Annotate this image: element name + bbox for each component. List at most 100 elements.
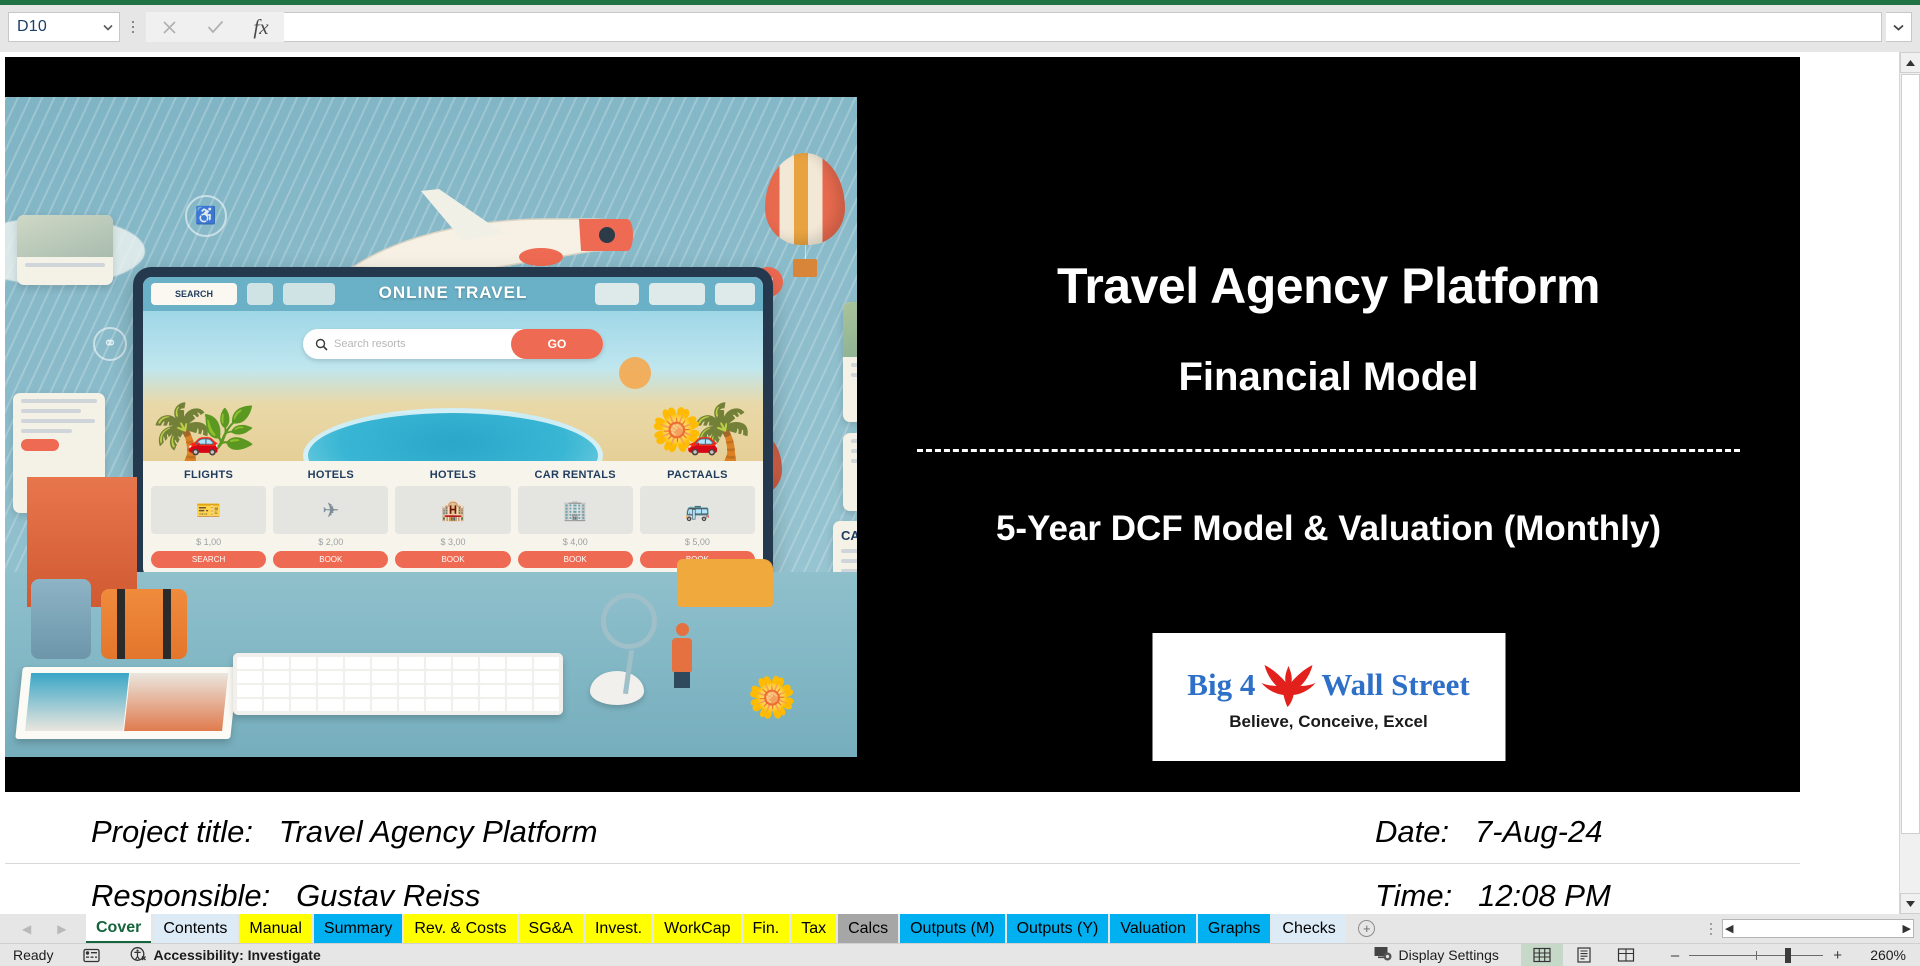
category-price: $ 4,00 <box>562 537 588 547</box>
category-label: CAR RENTALS <box>534 469 616 481</box>
formula-bar-buttons: fx <box>146 12 284 42</box>
page-layout-view-button[interactable] <box>1563 944 1605 966</box>
zoom-in-button[interactable]: + <box>1833 947 1842 964</box>
zoom-out-button[interactable]: – <box>1671 947 1679 964</box>
sheet-tab-workcap[interactable]: WorkCap <box>654 914 741 943</box>
magnifier-icon <box>601 593 657 649</box>
category-price: $ 2,00 <box>318 537 344 547</box>
category-item[interactable]: FLIGHTS 🎫 $ 1,00 SEARCH <box>151 469 267 568</box>
sheet-tab-rev-costs[interactable]: Rev. & Costs <box>404 914 517 943</box>
tab-bar-spacer <box>1388 914 1700 943</box>
scroll-down-button[interactable] <box>1900 893 1920 914</box>
scroll-right-button[interactable]: ▶ <box>1903 922 1911 935</box>
sheet-tab-contents[interactable]: Contents <box>153 914 238 943</box>
category-label: HOTELS <box>307 469 355 481</box>
sheet-tab-manual[interactable]: Manual <box>239 914 312 943</box>
category-item[interactable]: HOTELS 🏨 $ 3,00 BOOK <box>395 469 511 568</box>
plus-icon: + <box>1358 920 1376 937</box>
website-search-bar[interactable]: Search resorts GO <box>303 329 603 359</box>
search-placeholder: Search resorts <box>334 338 406 350</box>
promo-card <box>17 215 113 285</box>
date-row: Date: 7-Aug-24 <box>1375 814 1602 850</box>
insert-function-button[interactable]: fx <box>238 12 284 42</box>
formula-input[interactable] <box>284 12 1882 42</box>
page-break-view-button[interactable] <box>1605 944 1647 966</box>
table-row[interactable]: Responsible: Gustav Reiss Time: 12:08 PM <box>5 864 1800 914</box>
sheet-tab-calcs[interactable]: Calcs <box>838 914 899 943</box>
worksheet[interactable]: ♿ ⚭ ✉ <box>0 52 1920 914</box>
suitcase-icon <box>101 589 187 659</box>
travel-illustration: ♿ ⚭ ✉ <box>5 97 857 757</box>
cover-slide: ♿ ⚭ ✉ <box>5 57 1800 792</box>
category-item[interactable]: HOTELS ✈ $ 2,00 BOOK <box>273 469 389 568</box>
accessibility-status[interactable]: Accessibility: Investigate <box>130 946 321 965</box>
horizontal-scrollbar[interactable]: ◀ ▶ <box>1722 919 1914 938</box>
expand-formula-bar-button[interactable] <box>1886 12 1912 42</box>
website-screen: SEARCH ONLINE TRAVEL 🌴 🌿 🌴 🌼 🚗 🚗 Search … <box>143 277 763 577</box>
zoom-slider-thumb[interactable] <box>1785 947 1792 963</box>
car-icon: 🚗 <box>187 426 220 456</box>
flower-icon: 🌼 <box>747 676 797 720</box>
category-item[interactable]: PACTAALS 🚌 $ 5,00 BOOK <box>639 469 756 568</box>
sheet-tab-outputs-y[interactable]: Outputs (Y) <box>1006 914 1109 943</box>
sheet-tab-outputs-m[interactable]: Outputs (M) <box>900 914 1005 943</box>
sheet-tab-sga[interactable]: SG&A <box>518 914 583 943</box>
sheet-tab-tax[interactable]: Tax <box>791 914 837 943</box>
record-macro-icon[interactable] <box>83 948 101 963</box>
sheet-tab-valuation[interactable]: Valuation <box>1110 914 1196 943</box>
normal-view-button[interactable] <box>1520 944 1563 966</box>
date-label: Date: <box>1375 813 1450 849</box>
sheet-tab-fin[interactable]: Fin. <box>742 914 790 943</box>
project-title-value: Travel Agency Platform <box>278 813 598 849</box>
scroll-up-button[interactable] <box>1900 52 1920 73</box>
formula-bar-handle[interactable] <box>120 12 146 42</box>
sheet-tab-cover[interactable]: Cover <box>86 914 152 943</box>
scroll-left-button[interactable]: ◀ <box>1725 922 1733 935</box>
sheet-tabs: Cover Contents Manual Summary Rev. & Cos… <box>86 914 1346 943</box>
plane-icon: ✈ <box>273 486 389 534</box>
project-title-label: Project title: <box>91 813 253 849</box>
confirm-entry-button[interactable] <box>192 12 238 42</box>
chevron-left-icon[interactable]: ◀ <box>22 922 31 936</box>
name-box[interactable]: D10 <box>8 12 120 42</box>
formula-bar: D10 fx <box>0 5 1920 49</box>
hotel-card <box>843 433 857 511</box>
category-item[interactable]: CAR RENTALS 🏢 $ 4,00 BOOK <box>517 469 633 568</box>
category-button[interactable]: BOOK <box>517 551 633 568</box>
category-price: $ 5,00 <box>684 537 710 547</box>
slide-subtitle: Financial Model <box>1178 355 1479 399</box>
accessibility-badge-icon: ♿ <box>185 195 227 237</box>
sun-icon <box>619 357 651 389</box>
search-go-button[interactable]: GO <box>511 329 603 359</box>
grid-area[interactable]: ♿ ⚭ ✉ <box>0 52 1882 914</box>
date-value: 7-Aug-24 <box>1474 813 1603 849</box>
display-settings-button[interactable]: Display Settings <box>1374 946 1499 964</box>
add-sheet-button[interactable]: + <box>1346 914 1388 943</box>
status-mode: Ready <box>13 947 54 963</box>
zoom-level[interactable]: 260% <box>1852 947 1906 963</box>
chevron-down-icon[interactable] <box>101 20 115 34</box>
website-brand: ONLINE TRAVEL <box>378 283 528 302</box>
vertical-scroll-thumb[interactable] <box>1901 74 1920 834</box>
category-price: $ 1,00 <box>196 537 222 547</box>
sheet-tab-graphs[interactable]: Graphs <box>1197 914 1271 943</box>
car-icon: 🚗 <box>686 426 719 456</box>
lagoon-shape <box>303 408 603 461</box>
category-button[interactable]: BOOK <box>395 551 511 568</box>
cancel-entry-button[interactable] <box>146 12 192 42</box>
category-button[interactable]: BOOK <box>273 551 389 568</box>
sheet-tab-invest[interactable]: Invest. <box>584 914 653 943</box>
divider <box>917 449 1740 452</box>
sheet-tab-summary[interactable]: Summary <box>313 914 403 943</box>
brochure-icon <box>15 667 238 739</box>
chevron-right-icon[interactable]: ▶ <box>57 922 66 936</box>
vertical-scrollbar[interactable] <box>1899 52 1920 914</box>
sheet-tab-checks[interactable]: Checks <box>1272 914 1346 943</box>
category-button[interactable]: SEARCH <box>151 551 267 568</box>
eagle-icon <box>1257 662 1319 708</box>
view-buttons <box>1520 944 1647 966</box>
responsible-row: Responsible: Gustav Reiss <box>91 878 480 914</box>
scrollbar-resize-handle[interactable] <box>1700 914 1722 943</box>
zoom-slider[interactable] <box>1689 947 1824 963</box>
table-row[interactable]: Project title: Travel Agency Platform Da… <box>5 800 1800 864</box>
